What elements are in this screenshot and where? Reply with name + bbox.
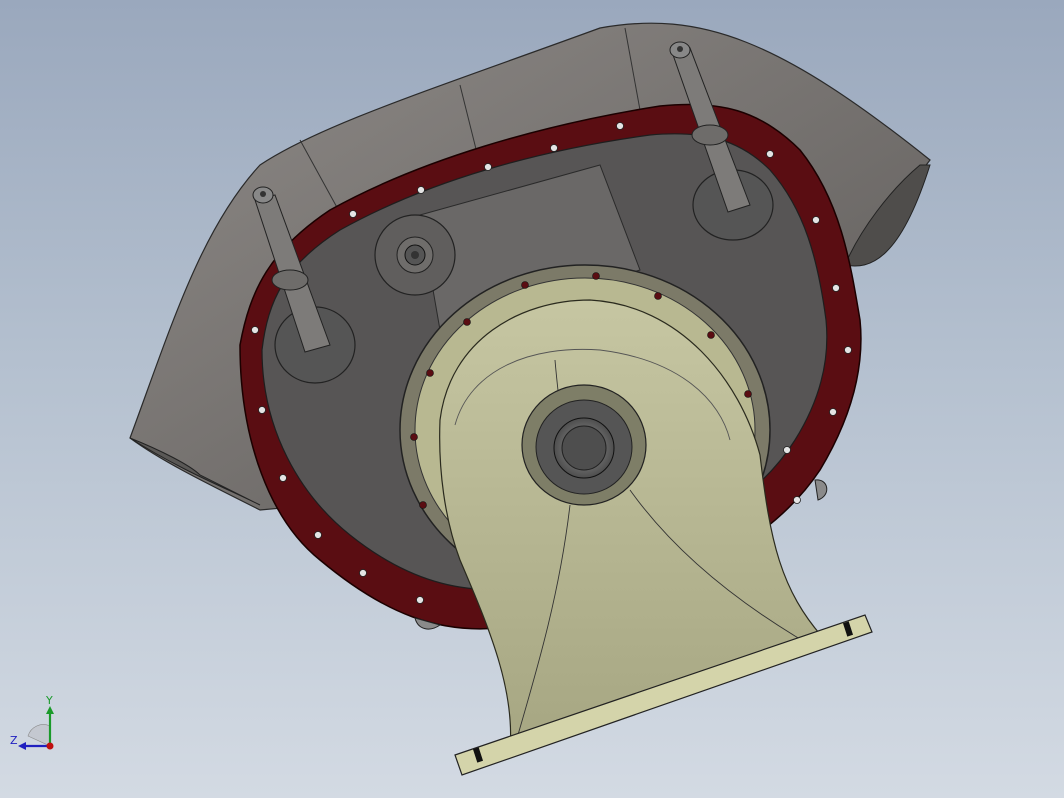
graphics-viewport[interactable]: Y Z [0, 0, 1064, 798]
pulley-boss[interactable] [374, 214, 456, 296]
y-axis-label: Y [46, 694, 53, 707]
3d-model-view[interactable] [0, 0, 1064, 798]
hub-bearing[interactable] [521, 384, 647, 506]
z-axis-label: Z [10, 734, 18, 747]
lug-right [814, 479, 828, 501]
orientation-triad: Y Z [8, 694, 68, 758]
triad-graphic [18, 706, 54, 750]
